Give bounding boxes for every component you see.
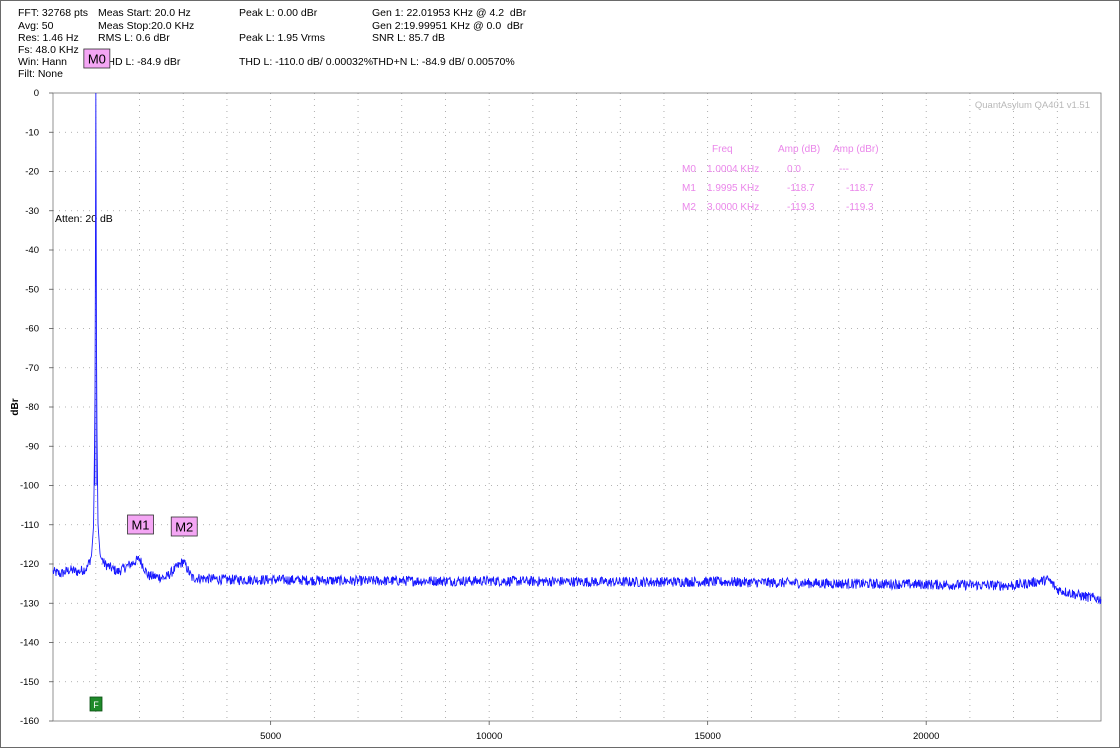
y-tick-label: -130 <box>20 598 39 609</box>
watermark: QuantAsylum QA401 v1.51 <box>975 100 1090 111</box>
y-tick-label: -80 <box>25 402 39 413</box>
marker-row-amp-dbr: -119.3 <box>846 202 874 213</box>
marker-table: Freq Amp (dB) Amp (dBr) M0 1.0004 KHz 0.… <box>682 144 879 213</box>
y-tick-label: -100 <box>20 481 39 492</box>
x-tick-label: 5000 <box>260 731 281 742</box>
y-tick-label: -20 <box>25 167 39 178</box>
y-tick-label: -40 <box>25 245 39 256</box>
marker-row-name: M1 <box>682 183 696 194</box>
marker-row-amp-db: 0.0 <box>787 164 801 175</box>
marker-label: M2 <box>175 520 193 535</box>
plot-area-border <box>52 92 1102 722</box>
y-tick-label: -10 <box>25 127 39 138</box>
y-tick-label: -90 <box>25 441 39 452</box>
y-tick-labels: 0 -10 -20 -30 -40 -50 -60 -70 -80 -90 -100 -110 -120… <box>20 88 53 727</box>
y-tick-label: -160 <box>20 716 39 727</box>
marker-row-freq: 3.0000 KHz <box>707 202 759 213</box>
marker-table-header-amp-dbr: Amp (dBr) <box>833 144 879 155</box>
analyzer-window: FFT: 32768 pts Avg: 50 Res: 1.46 Hz Fs: … <box>0 0 1120 748</box>
marker-m2[interactable]: M2 <box>170 516 198 537</box>
marker-table-header-amp-db: Amp (dB) <box>778 144 820 155</box>
y-tick-label: -120 <box>20 559 39 570</box>
marker-label: M1 <box>131 518 149 533</box>
marker-row-freq: 1.0004 KHz <box>707 164 759 175</box>
y-tick-label: -30 <box>25 206 39 217</box>
y-tick-label: -140 <box>20 638 39 649</box>
y-tick-label: -150 <box>20 677 39 688</box>
frequency-marker-f[interactable]: F <box>89 696 103 712</box>
spectrum-chart: 0 -10 -20 -30 -40 -50 -60 -70 -80 -90 -100 -110 -120… <box>10 48 1102 742</box>
marker-table-header-freq: Freq <box>712 144 733 155</box>
markers: M0 M1 M2 <box>83 48 198 537</box>
marker-row-amp-dbr: --- <box>839 164 849 175</box>
marker-label: M0 <box>88 52 106 67</box>
x-tick-labels: 5000 10000 15000 20000 <box>260 721 939 742</box>
attenuation-label: Atten: 20 dB <box>55 213 113 225</box>
grid <box>53 93 1101 721</box>
y-tick-label: -110 <box>21 520 39 531</box>
x-tick-label: 10000 <box>476 731 502 742</box>
marker-row-amp-db: -118.7 <box>787 183 815 194</box>
y-tick-label: 0 <box>34 88 39 99</box>
marker-row-name: M0 <box>682 164 696 175</box>
marker-row-freq: 1.9995 KHz <box>707 183 759 194</box>
marker-row-amp-dbr: -118.7 <box>846 183 874 194</box>
marker-m1[interactable]: M1 <box>127 514 154 535</box>
f-marker-label: F <box>93 700 99 710</box>
y-tick-label: -60 <box>25 324 39 335</box>
x-tick-label: 15000 <box>694 731 720 742</box>
y-tick-label: -70 <box>25 363 39 374</box>
marker-row-name: M2 <box>682 202 696 213</box>
y-axis-label: dBr <box>10 398 21 415</box>
marker-row-amp-db: -119.3 <box>787 202 815 213</box>
marker-m0[interactable]: M0 <box>83 48 111 69</box>
spectrum-trace <box>52 92 1102 605</box>
y-tick-label: -50 <box>25 284 39 295</box>
x-tick-label: 20000 <box>913 731 939 742</box>
axes <box>52 92 1102 722</box>
